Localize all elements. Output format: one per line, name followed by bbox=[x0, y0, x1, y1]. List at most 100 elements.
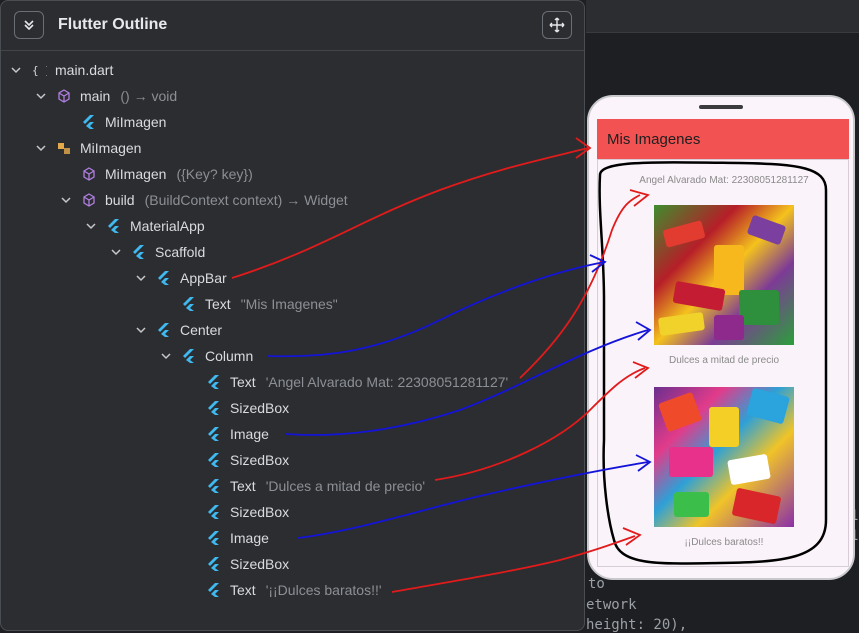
app-bar: Mis Imagenes bbox=[597, 119, 849, 159]
tree-row[interactable]: SizedBox bbox=[184, 501, 289, 523]
tree-row[interactable]: Text '¡¡Dulces baratos!!' bbox=[184, 579, 382, 601]
tree-row-label: Scaffold bbox=[155, 244, 206, 260]
tree-row[interactable]: Center bbox=[134, 319, 222, 341]
tree-row[interactable]: Image bbox=[184, 527, 269, 549]
tree-row-detail: 'Dulces a mitad de precio' bbox=[265, 478, 426, 494]
tree-row[interactable]: MaterialApp bbox=[84, 215, 205, 237]
tree-row-detail: (BuildContext context) → Widget bbox=[144, 192, 348, 208]
chevron-down-icon[interactable] bbox=[134, 271, 148, 285]
tree-row-label: MaterialApp bbox=[130, 218, 205, 234]
chevron-down-icon[interactable] bbox=[134, 323, 148, 337]
chevron-down-icon[interactable] bbox=[109, 245, 123, 259]
flutter-widget-icon bbox=[106, 218, 122, 234]
chevron-down-icon[interactable] bbox=[59, 193, 73, 207]
chevron-down-icon[interactable] bbox=[34, 89, 48, 103]
tree-row-label: MiImagen bbox=[80, 140, 142, 156]
tree-row[interactable]: Image bbox=[184, 423, 269, 445]
tree-row[interactable]: Scaffold bbox=[109, 241, 205, 263]
flutter-widget-icon bbox=[206, 478, 222, 494]
tree-row-label: main.dart bbox=[55, 62, 114, 78]
text-author: Angel Alvarado Mat: 22308051281127 bbox=[639, 175, 809, 186]
tree-row-detail: '¡¡Dulces baratos!!' bbox=[265, 582, 382, 598]
cube-icon bbox=[56, 88, 72, 104]
tree-row[interactable]: Text "Mis Imagenes" bbox=[159, 293, 338, 315]
flutter-widget-icon bbox=[206, 504, 222, 520]
svg-text:{ }: { } bbox=[32, 64, 47, 77]
tree-row-label: SizedBox bbox=[230, 452, 290, 468]
code-line: etwork bbox=[586, 597, 637, 613]
chevron-down-icon[interactable] bbox=[34, 141, 48, 155]
move-icon bbox=[549, 17, 565, 33]
tree-row[interactable]: Text 'Dulces a mitad de precio' bbox=[184, 475, 425, 497]
tree-row[interactable]: Text 'Angel Alvarado Mat: 22308051281127' bbox=[184, 371, 508, 393]
chevron-down-icon[interactable] bbox=[9, 63, 23, 77]
tree-row-label: build bbox=[105, 192, 135, 208]
panel-title: Flutter Outline bbox=[58, 16, 168, 33]
candy-image-1 bbox=[654, 205, 794, 345]
collapse-button[interactable] bbox=[14, 11, 44, 39]
text-cheap: ¡¡Dulces baratos!! bbox=[684, 537, 764, 548]
class-icon bbox=[56, 140, 72, 156]
tree-row-label: SizedBox bbox=[230, 556, 290, 572]
braces-icon: { } bbox=[31, 62, 47, 78]
tree-row-label: Text bbox=[230, 374, 256, 390]
tree-row[interactable]: MiImagen bbox=[34, 137, 141, 159]
flutter-widget-icon bbox=[206, 400, 222, 416]
tree-row-detail: () → void bbox=[120, 88, 178, 104]
tree-row-label: Text bbox=[230, 582, 256, 598]
tree-row[interactable]: build (BuildContext context) → Widget bbox=[59, 189, 348, 211]
tree-row-detail: 'Angel Alvarado Mat: 22308051281127' bbox=[265, 374, 509, 390]
tree-row-label: Center bbox=[180, 322, 223, 338]
flutter-widget-icon bbox=[156, 322, 172, 338]
tree-row-label: Image bbox=[230, 530, 269, 546]
app-body: Angel Alvarado Mat: 22308051281127 Dulce… bbox=[597, 159, 849, 567]
tree-row-label: MiImagen bbox=[105, 114, 167, 130]
flutter-widget-icon bbox=[131, 244, 147, 260]
chevron-down-icon[interactable] bbox=[84, 219, 98, 233]
tree-row-label: SizedBox bbox=[230, 504, 290, 520]
double-chevron-down-icon bbox=[24, 20, 34, 31]
move-button[interactable] bbox=[542, 11, 572, 39]
tree-row-detail: ({Key? key}) bbox=[176, 166, 253, 182]
tree-row-label: Text bbox=[205, 296, 231, 312]
tree-row-label: main bbox=[80, 88, 111, 104]
cube-icon bbox=[81, 192, 97, 208]
flutter-outline-panel: Flutter Outline { } main.dart main () → voi… bbox=[0, 0, 585, 631]
flutter-widget-icon bbox=[156, 270, 172, 286]
flutter-widget-icon bbox=[206, 452, 222, 468]
candy-image-2 bbox=[654, 387, 794, 527]
flutter-widget-icon bbox=[206, 582, 222, 598]
tree-row[interactable]: SizedBox bbox=[184, 397, 289, 419]
tree-row[interactable]: MiImagen ({Key? key}) bbox=[59, 163, 253, 185]
tree-row[interactable]: SizedBox bbox=[184, 449, 289, 471]
tree-row[interactable]: MiImagen bbox=[59, 111, 166, 133]
tree-row[interactable]: main () → void bbox=[34, 85, 177, 107]
chevron-down-icon[interactable] bbox=[159, 349, 173, 363]
flutter-widget-icon bbox=[206, 374, 222, 390]
panel-header: Flutter Outline bbox=[1, 1, 584, 51]
phone-speaker bbox=[699, 105, 743, 109]
code-line: to bbox=[588, 576, 605, 592]
flutter-widget-icon bbox=[181, 348, 197, 364]
tree-row-label: Image bbox=[230, 426, 269, 442]
flutter-widget-icon bbox=[181, 296, 197, 312]
tree-row-label: Text bbox=[230, 478, 256, 494]
tree-row-label: Column bbox=[205, 348, 254, 364]
tree-row[interactable]: SizedBox bbox=[184, 553, 289, 575]
tree-row[interactable]: { } main.dart bbox=[9, 59, 113, 81]
tree-row[interactable]: AppBar bbox=[134, 267, 227, 289]
text-discount: Dulces a mitad de precio bbox=[668, 355, 780, 366]
tree-row[interactable]: Column bbox=[159, 345, 253, 367]
flutter-widget-icon bbox=[206, 426, 222, 442]
